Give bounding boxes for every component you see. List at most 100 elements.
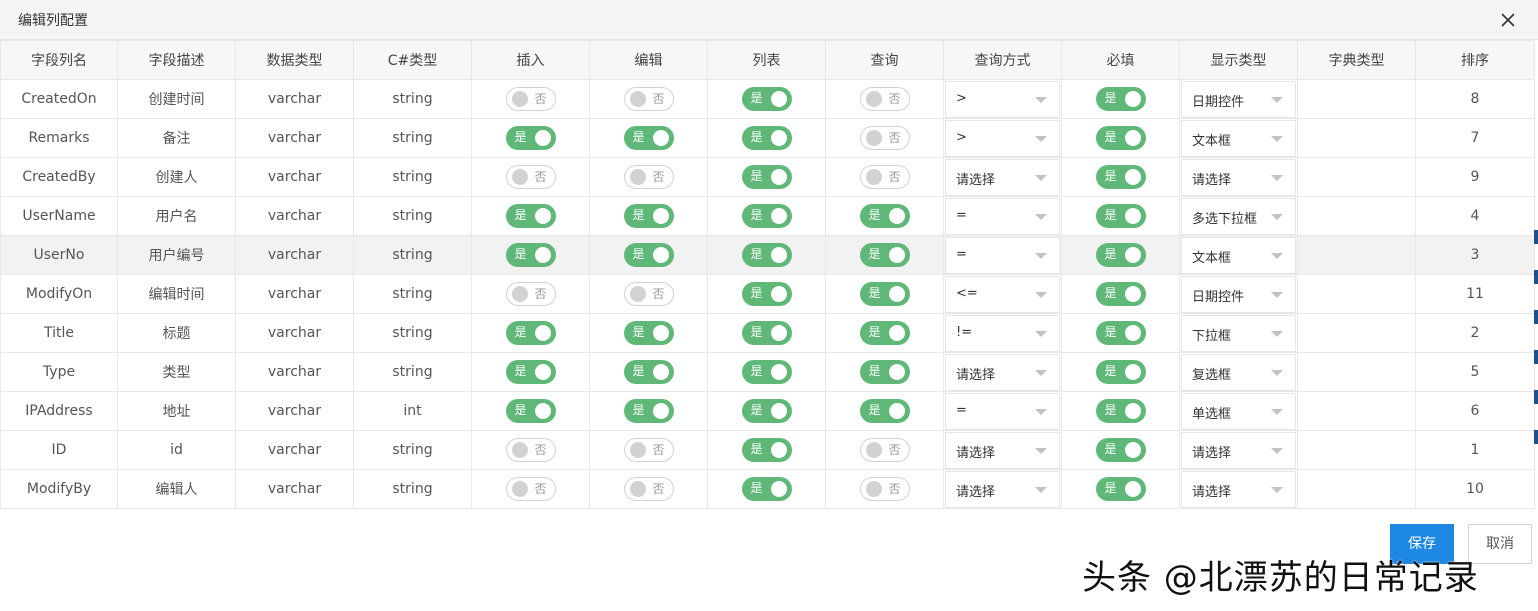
list-toggle[interactable]: 是 <box>741 126 792 150</box>
display-type-select[interactable]: 文本框 <box>1181 236 1296 274</box>
required-toggle[interactable]: 是 <box>1095 282 1146 306</box>
query-mode-select[interactable]: 请选择 <box>945 353 1060 391</box>
insert-toggle[interactable]: 否 <box>505 87 556 111</box>
edit-toggle[interactable]: 是 <box>623 126 674 150</box>
toggle-label: 是 <box>868 208 881 222</box>
insert-toggle[interactable]: 否 <box>505 165 556 189</box>
display-type-select[interactable]: 文本框 <box>1181 119 1296 157</box>
display-type-select[interactable]: 请选择 <box>1181 470 1296 508</box>
insert-toggle[interactable]: 是 <box>505 126 556 150</box>
edit-toggle[interactable]: 否 <box>623 438 674 462</box>
query-toggle[interactable]: 是 <box>859 399 910 423</box>
display-type-select[interactable]: 下拉框 <box>1181 314 1296 352</box>
required-toggle[interactable]: 是 <box>1095 477 1146 501</box>
insert-toggle[interactable]: 是 <box>505 243 556 267</box>
query-toggle[interactable]: 是 <box>859 243 910 267</box>
query-mode-select[interactable]: <= <box>945 275 1060 313</box>
toggle-knob <box>652 247 669 263</box>
column-header: 数据类型 <box>235 40 354 80</box>
query-toggle[interactable]: 否 <box>859 165 910 189</box>
display-type-select[interactable]: 日期控件 <box>1181 80 1296 118</box>
display-type-cell: 单选框 <box>1179 391 1298 431</box>
query-toggle[interactable]: 是 <box>859 282 910 306</box>
query-toggle[interactable]: 否 <box>859 126 910 150</box>
display-type-select[interactable]: 请选择 <box>1181 158 1296 196</box>
required-toggle[interactable]: 是 <box>1095 360 1146 384</box>
query-mode-select[interactable]: > <box>945 80 1060 118</box>
required-toggle[interactable]: 是 <box>1095 204 1146 228</box>
display-type-cell: 日期控件 <box>1179 79 1298 119</box>
required-toggle[interactable]: 是 <box>1095 399 1146 423</box>
toggle-knob <box>770 130 787 146</box>
list-cell: 是 <box>707 391 826 431</box>
toggle-knob <box>865 169 882 185</box>
query-mode-select[interactable]: = <box>945 236 1060 274</box>
chevron-down-icon <box>1035 291 1047 298</box>
list-toggle[interactable]: 是 <box>741 360 792 384</box>
list-toggle[interactable]: 是 <box>741 87 792 111</box>
sort-order: 6 <box>1415 391 1535 431</box>
edit-toggle[interactable]: 否 <box>623 165 674 189</box>
display-type-select[interactable]: 请选择 <box>1181 431 1296 469</box>
required-toggle[interactable]: 是 <box>1095 87 1146 111</box>
chevron-down-icon <box>1271 408 1283 415</box>
required-toggle[interactable]: 是 <box>1095 126 1146 150</box>
required-toggle[interactable]: 是 <box>1095 243 1146 267</box>
toggle-label: 否 <box>534 92 547 106</box>
query-mode-select[interactable]: > <box>945 119 1060 157</box>
field-name: IPAddress <box>0 391 118 431</box>
insert-toggle[interactable]: 是 <box>505 204 556 228</box>
insert-toggle[interactable]: 是 <box>505 321 556 345</box>
display-type-select[interactable]: 日期控件 <box>1181 275 1296 313</box>
edit-toggle[interactable]: 是 <box>623 204 674 228</box>
required-toggle[interactable]: 是 <box>1095 165 1146 189</box>
required-toggle[interactable]: 是 <box>1095 321 1146 345</box>
list-toggle[interactable]: 是 <box>741 438 792 462</box>
query-mode-select[interactable]: 请选择 <box>945 470 1060 508</box>
list-toggle[interactable]: 是 <box>741 204 792 228</box>
column-header: 查询 <box>825 40 944 80</box>
list-toggle[interactable]: 是 <box>741 477 792 501</box>
required-cell: 是 <box>1061 430 1180 470</box>
toggle-knob <box>511 91 528 107</box>
query-mode-select[interactable]: 请选择 <box>945 158 1060 196</box>
display-type-select[interactable]: 复选框 <box>1181 353 1296 391</box>
list-cell: 是 <box>707 235 826 275</box>
display-type-select[interactable]: 多选下拉框 <box>1181 197 1296 235</box>
insert-toggle[interactable]: 是 <box>505 399 556 423</box>
toggle-label: 否 <box>652 443 665 457</box>
query-toggle[interactable]: 是 <box>859 360 910 384</box>
edit-toggle[interactable]: 否 <box>623 87 674 111</box>
query-toggle[interactable]: 否 <box>859 477 910 501</box>
query-mode-select[interactable]: 请选择 <box>945 431 1060 469</box>
edit-toggle[interactable]: 否 <box>623 282 674 306</box>
list-toggle[interactable]: 是 <box>741 243 792 267</box>
query-mode-select[interactable]: != <box>945 314 1060 352</box>
edit-toggle[interactable]: 是 <box>623 399 674 423</box>
insert-cell: 否 <box>471 469 590 509</box>
display-type-select[interactable]: 单选框 <box>1181 392 1296 430</box>
edit-toggle[interactable]: 是 <box>623 243 674 267</box>
list-toggle[interactable]: 是 <box>741 321 792 345</box>
insert-toggle[interactable]: 否 <box>505 477 556 501</box>
list-toggle[interactable]: 是 <box>741 282 792 306</box>
query-toggle[interactable]: 是 <box>859 321 910 345</box>
list-toggle[interactable]: 是 <box>741 165 792 189</box>
required-toggle[interactable]: 是 <box>1095 438 1146 462</box>
insert-toggle[interactable]: 否 <box>505 282 556 306</box>
edit-toggle[interactable]: 是 <box>623 360 674 384</box>
query-mode-select[interactable]: = <box>945 392 1060 430</box>
list-cell: 是 <box>707 352 826 392</box>
query-toggle[interactable]: 是 <box>859 204 910 228</box>
select-value: 日期控件 <box>1192 94 1245 110</box>
query-toggle[interactable]: 否 <box>859 438 910 462</box>
toggle-knob <box>1124 403 1141 419</box>
edit-toggle[interactable]: 否 <box>623 477 674 501</box>
insert-toggle[interactable]: 否 <box>505 438 556 462</box>
list-toggle[interactable]: 是 <box>741 399 792 423</box>
insert-toggle[interactable]: 是 <box>505 360 556 384</box>
query-toggle[interactable]: 否 <box>859 87 910 111</box>
close-icon[interactable] <box>1496 8 1520 32</box>
query-mode-select[interactable]: = <box>945 197 1060 235</box>
edit-toggle[interactable]: 是 <box>623 321 674 345</box>
